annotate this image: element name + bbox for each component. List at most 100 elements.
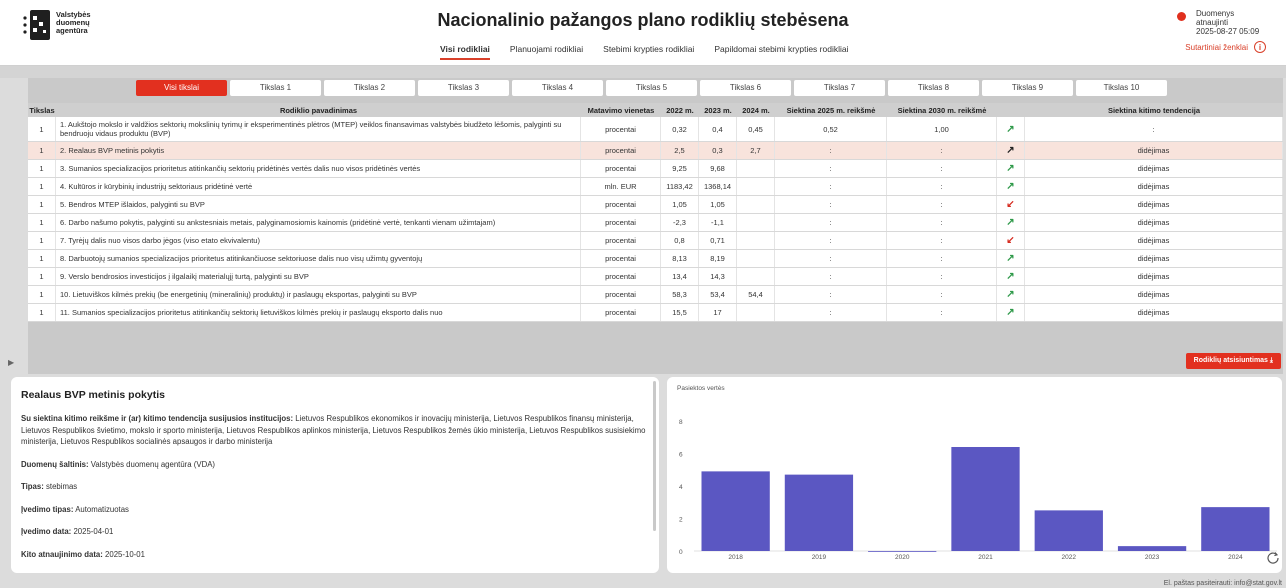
cell-t2025: : — [775, 214, 887, 231]
cell-y2024: 54,4 — [737, 286, 775, 303]
tab-tikslas-6[interactable]: Tikslas 6 — [700, 80, 791, 96]
table-row[interactable]: 1 5. Bendros MTEP išlaidos, palyginti su … — [28, 196, 1283, 214]
col-header-siektina-2030[interactable]: Siektina 2030 m. reikšmė — [887, 103, 997, 117]
cell-y2023: 8,19 — [699, 250, 737, 267]
info-next-update: Kito atnaujinimo data: 2025-10-01 — [21, 549, 649, 561]
tab-tikslas-3[interactable]: Tikslas 3 — [418, 80, 509, 96]
table-row[interactable]: 1 1. Aukštojo mokslo ir valdžios sektorių… — [28, 117, 1283, 142]
info-icon: i — [1254, 41, 1266, 53]
x-tick-label: 2021 — [978, 554, 993, 561]
table-row[interactable]: 1 8. Darbuotojų sumanios specializacijos … — [28, 250, 1283, 268]
legend-link-label: Sutartiniai ženklai — [1185, 42, 1248, 52]
cell-t2025: : — [775, 268, 887, 285]
main-nav: Visi rodikliai Planuojami rodikliai Steb… — [440, 44, 849, 60]
col-header-2023[interactable]: 2023 m. — [699, 103, 737, 117]
cell-t2030: : — [887, 268, 997, 285]
trend-arrow-icon: ↗ — [997, 142, 1025, 159]
table-row[interactable]: 1 10. Lietuviškos kilmės prekių (be energ… — [28, 286, 1283, 304]
info-type: Tipas: stebimas — [21, 481, 649, 493]
cell-unit: procentai — [581, 232, 661, 249]
table-row[interactable]: 1 3. Sumanios specializacijos prioritetus… — [28, 160, 1283, 178]
y-tick-label: 4 — [679, 484, 683, 491]
cell-y2022: 9,25 — [661, 160, 699, 177]
chart-bar[interactable] — [701, 471, 770, 551]
download-button[interactable]: Rodiklių atsisiuntimas ⤓ — [1185, 353, 1281, 369]
tab-tikslas-8[interactable]: Tikslas 8 — [888, 80, 979, 96]
col-header-2022[interactable]: 2022 m. — [661, 103, 699, 117]
col-header-tendencija[interactable]: Siektina kitimo tendencija — [1025, 103, 1283, 117]
cell-trend: didėjimas — [1025, 250, 1283, 267]
info-type-label: Tipas: — [21, 482, 44, 491]
tab-tikslas-1[interactable]: Tikslas 1 — [230, 80, 321, 96]
footer-contact[interactable]: El. paštas pasiteirauti: info@stat.gov.l… — [1164, 580, 1282, 587]
cell-y2022: 15,5 — [661, 304, 699, 321]
chart-bar[interactable] — [1117, 546, 1187, 551]
x-tick-label: 2019 — [812, 554, 827, 561]
chart-bar[interactable] — [951, 447, 1020, 551]
tab-tikslas-10[interactable]: Tikslas 10 — [1076, 80, 1167, 96]
trend-arrow-icon: ↗ — [997, 160, 1025, 177]
cell-trend: didėjimas — [1025, 142, 1283, 159]
tab-tikslas-9[interactable]: Tikslas 9 — [982, 80, 1073, 96]
info-source: Duomenų šaltinis: Valstybės duomenų agen… — [21, 459, 649, 471]
cell-t2030: : — [887, 304, 997, 321]
col-header-2024[interactable]: 2024 m. — [737, 103, 775, 117]
nav-planuojami-rodikliai[interactable]: Planuojami rodikliai — [510, 44, 583, 60]
table-row[interactable]: 1 7. Tyrėjų dalis nuo visos darbo jėgos (… — [28, 232, 1283, 250]
cell-trend: didėjimas — [1025, 178, 1283, 195]
cell-unit: procentai — [581, 142, 661, 159]
cell-t2030: : — [887, 142, 997, 159]
nav-papildomai-stebimi[interactable]: Papildomai stebimi krypties rodikliai — [714, 44, 848, 60]
col-header-pavadinimas[interactable]: Rodiklio pavadinimas — [56, 103, 581, 117]
nav-stebimi-krypties-rodikliai[interactable]: Stebimi krypties rodikliai — [603, 44, 694, 60]
cell-y2024 — [737, 178, 775, 195]
cell-goal: 1 — [28, 160, 56, 177]
tab-tikslas-2[interactable]: Tikslas 2 — [324, 80, 415, 96]
table-row[interactable]: 1 4. Kultūros ir kūrybinių industrijų sek… — [28, 178, 1283, 196]
cell-y2024 — [737, 214, 775, 231]
y-tick-label: 2 — [679, 517, 683, 524]
table-row[interactable]: 1 2. Realaus BVP metinis pokytis procentai… — [28, 142, 1283, 160]
cell-y2024 — [737, 268, 775, 285]
chart-bar[interactable] — [868, 551, 937, 552]
cell-y2024 — [737, 196, 775, 213]
indicator-table-panel: Visi tikslai Tikslas 1 Tikslas 2 Tikslas… — [28, 78, 1283, 374]
info-scrollbar[interactable] — [653, 381, 656, 531]
legend-link[interactable]: Sutartiniai ženklai i — [1185, 41, 1266, 53]
chart-bar[interactable] — [1034, 510, 1103, 551]
page-title: Nacionalinio pažangos plano rodiklių ste… — [437, 10, 849, 30]
cell-trend: : — [1025, 117, 1283, 141]
cell-name: 6. Darbo našumo pokytis, palyginti su an… — [56, 214, 581, 231]
y-tick-label: 6 — [679, 452, 683, 459]
expand-caret-icon[interactable]: ▶ — [8, 358, 14, 367]
nav-visi-rodikliai[interactable]: Visi rodikliai — [440, 44, 490, 60]
cell-unit: procentai — [581, 286, 661, 303]
cell-y2024 — [737, 160, 775, 177]
trend-arrow-icon: ↗ — [997, 304, 1025, 321]
col-header-vienetas[interactable]: Matavimo vienetas — [581, 103, 661, 117]
col-header-siektina-2025[interactable]: Siektina 2025 m. reikšmė — [775, 103, 887, 117]
tab-tikslas-4[interactable]: Tikslas 4 — [512, 80, 603, 96]
cell-goal: 1 — [28, 250, 56, 267]
table-row[interactable]: 1 9. Verslo bendrosios investicijos į ilg… — [28, 268, 1283, 286]
refresh-icon[interactable] — [1266, 551, 1280, 565]
tab-tikslas-7[interactable]: Tikslas 7 — [794, 80, 885, 96]
cell-y2023: 17 — [699, 304, 737, 321]
info-entry-type: Įvedimo tipas: Automatizuotas — [21, 504, 649, 516]
cell-trend: didėjimas — [1025, 304, 1283, 321]
tab-tikslas-5[interactable]: Tikslas 5 — [606, 80, 697, 96]
table-row[interactable]: 1 11. Sumanios specializacijos prioritetu… — [28, 304, 1283, 322]
col-header-tikslas[interactable]: Tikslas — [28, 103, 56, 117]
cell-name: 7. Tyrėjų dalis nuo visos darbo jėgos (v… — [56, 232, 581, 249]
chart-bar[interactable] — [784, 474, 854, 551]
table-row[interactable]: 1 6. Darbo našumo pokytis, palyginti su a… — [28, 214, 1283, 232]
tab-visi-tikslai[interactable]: Visi tikslai — [136, 80, 227, 96]
chart-bar[interactable] — [1201, 507, 1270, 551]
cell-y2023: 1,05 — [699, 196, 737, 213]
cell-name: 1. Aukštojo mokslo ir valdžios sektorių … — [56, 117, 581, 141]
cell-y2023: 0,71 — [699, 232, 737, 249]
cell-goal: 1 — [28, 117, 56, 141]
indicator-info-panel: Realaus BVP metinis pokytis Su siektina … — [11, 377, 659, 573]
status-date: 2025-08-27 05:09 — [1196, 27, 1260, 36]
x-tick-label: 2024 — [1228, 554, 1243, 561]
